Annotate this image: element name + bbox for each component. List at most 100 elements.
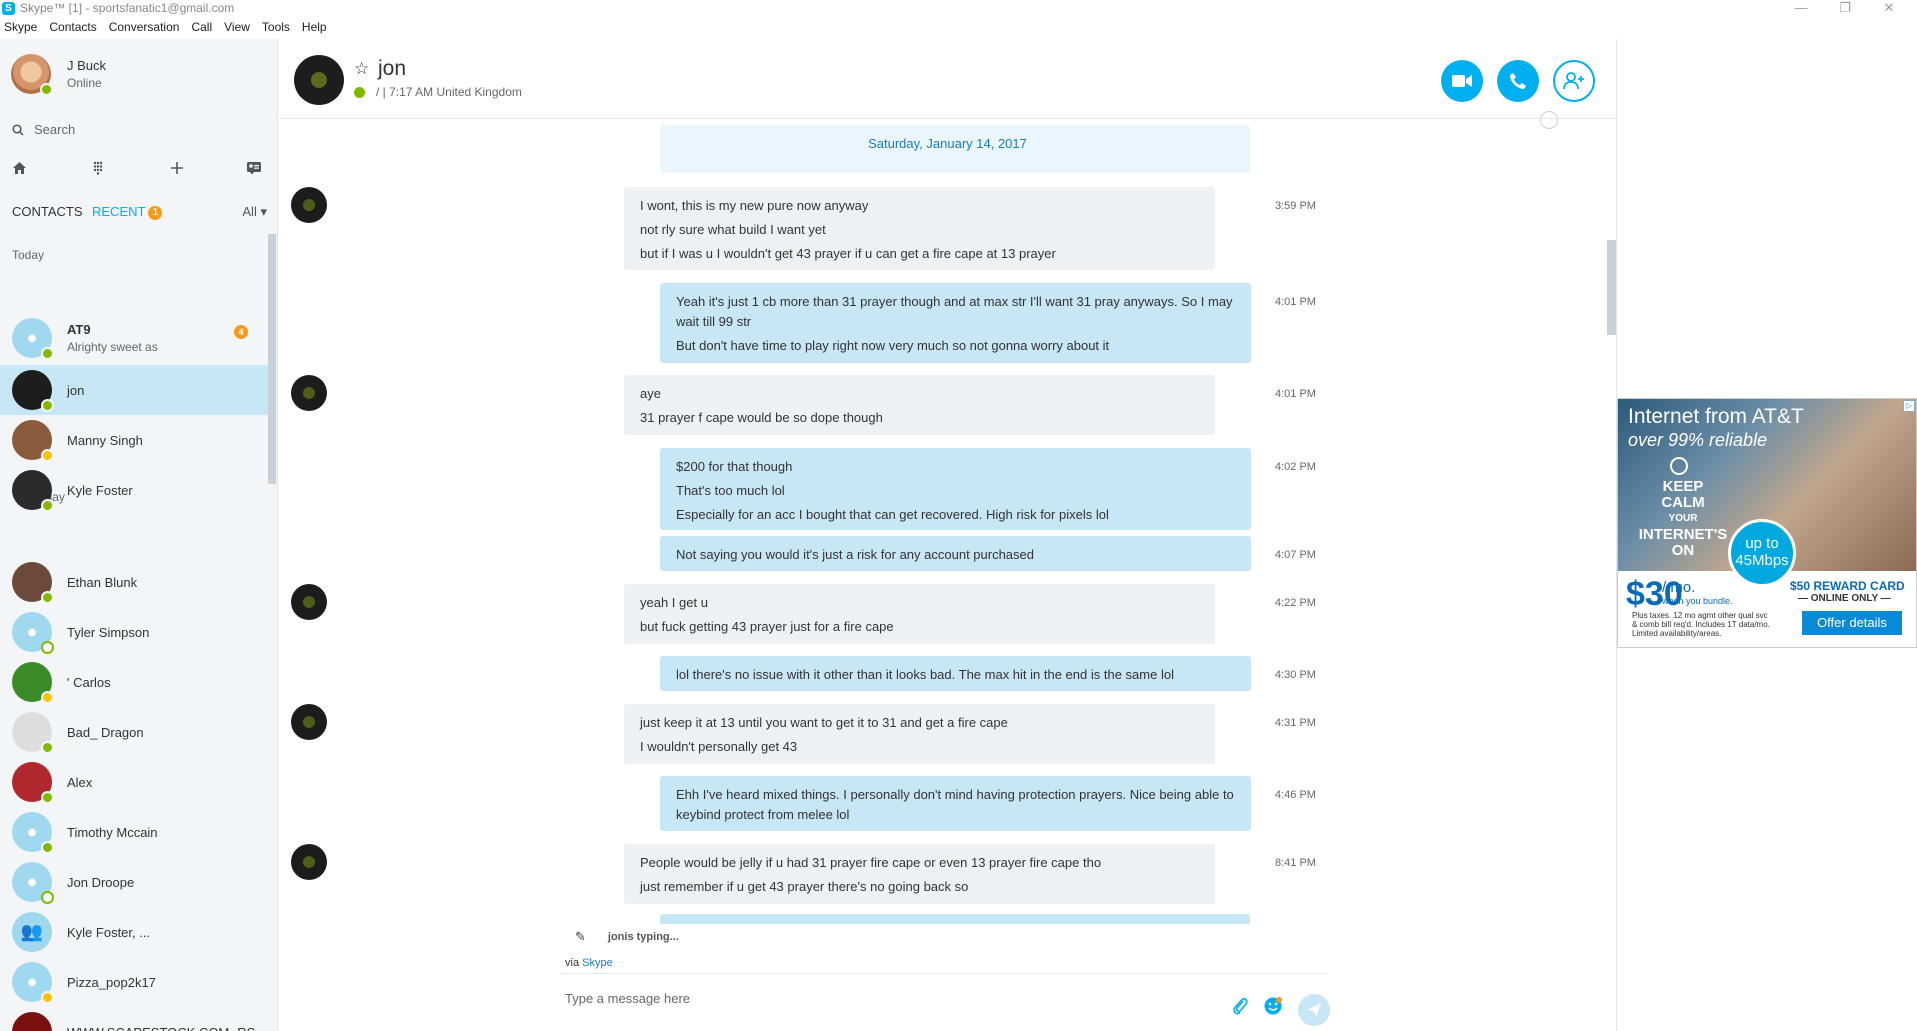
conversation-scrollbar[interactable]: [1607, 240, 1616, 335]
message-text: I wouldn't personally get 43: [640, 739, 798, 754]
favorite-star-icon[interactable]: ☆: [354, 59, 369, 79]
tab-recent[interactable]: RECENT 1: [92, 204, 163, 220]
tab-contacts[interactable]: CONTACTS: [12, 204, 83, 219]
status-icon: [41, 991, 54, 1004]
emoticon-icon[interactable]: [1263, 996, 1283, 1016]
status-icon: [41, 891, 54, 904]
message-text: Not saying you would it's just a risk fo…: [676, 547, 1034, 562]
status-icon: [41, 591, 54, 604]
contact-name: jon: [67, 382, 85, 398]
date-separator: Saturday, January 14, 2017: [868, 136, 1027, 151]
avatar[interactable]: [291, 584, 327, 620]
contact-name: Alex: [67, 774, 93, 790]
outgoing-message[interactable]: lol there's no issue with it other than …: [660, 656, 1251, 691]
adchoices-icon[interactable]: ▷: [1903, 400, 1915, 412]
menu-contacts[interactable]: Contacts: [49, 20, 96, 38]
outgoing-message[interactable]: Yeah it's just 1 cb more than 31 prayer …: [660, 283, 1251, 363]
menu-bar: Skype Contacts Conversation Call View To…: [0, 20, 335, 38]
message-input[interactable]: [565, 991, 1205, 1006]
close-icon[interactable]: ✕: [1874, 0, 1904, 16]
typing-user: jon: [607, 931, 625, 943]
contact-location-time: / | 7:17 AM United Kingdom: [376, 85, 522, 99]
globe-icon[interactable]: [1540, 111, 1558, 129]
message-text: I wont, this is my new pure now anyway: [640, 198, 869, 213]
search-input[interactable]: [34, 122, 234, 137]
my-profile[interactable]: J Buck Online: [11, 54, 106, 96]
person-icon: ●: [26, 971, 38, 992]
avatar[interactable]: [291, 375, 327, 411]
outgoing-message[interactable]: Not saying you would it's just a risk fo…: [660, 536, 1251, 571]
contact-item[interactable]: Alex: [0, 757, 268, 807]
incoming-message[interactable]: aye 31 prayer f cape would be so dope tho…: [624, 375, 1215, 435]
filter-dropdown[interactable]: All ▾: [242, 204, 267, 220]
add-people-button[interactable]: [1553, 60, 1595, 102]
contact-card-icon[interactable]: [246, 161, 262, 175]
message-timestamp: 3:59 PM: [1275, 200, 1316, 212]
menu-view[interactable]: View: [224, 20, 250, 38]
incoming-message[interactable]: I wont, this is my new pure now anyway no…: [624, 187, 1215, 270]
avatar[interactable]: [291, 704, 327, 740]
message-text: $200 for that though: [676, 459, 793, 474]
contact-name: AT9: [67, 322, 91, 337]
next-message-partial: [660, 914, 1250, 924]
outgoing-message[interactable]: Ehh I've heard mixed things. I personall…: [660, 776, 1251, 831]
ad-bundle: when you bundle.: [1662, 596, 1733, 606]
contact-item[interactable]: Kyle Foster: [0, 465, 268, 515]
phone-icon: [1510, 73, 1526, 89]
status-icon: [41, 641, 54, 654]
advertisement[interactable]: Internet from AT&T over 99% reliable KEE…: [1617, 398, 1917, 648]
contact-item[interactable]: ● Pizza_pop2k17: [0, 957, 268, 1007]
contact-item[interactable]: ● AT9 Alrighty sweet as 4: [0, 313, 268, 363]
contact-item[interactable]: ' Carlos: [0, 657, 268, 707]
video-call-button[interactable]: [1441, 60, 1483, 102]
add-icon[interactable]: [170, 161, 184, 175]
avatar[interactable]: [291, 844, 327, 880]
contact-item[interactable]: 👥 Kyle Foster, ...: [0, 907, 268, 957]
avatar: ●: [12, 962, 54, 1004]
avatar: [11, 54, 53, 96]
minimize-icon[interactable]: —: [1786, 0, 1816, 15]
message-text: aye: [640, 386, 661, 401]
incoming-message[interactable]: yeah I get u but fuck getting 43 prayer j…: [624, 584, 1215, 644]
incoming-message[interactable]: People would be jelly if u had 31 prayer…: [624, 844, 1215, 904]
home-icon[interactable]: [12, 161, 27, 175]
menu-tools[interactable]: Tools: [262, 20, 290, 38]
dialpad-icon[interactable]: [93, 161, 103, 175]
message-text: but if I was u I wouldn't get 43 prayer …: [640, 246, 1056, 261]
menu-call[interactable]: Call: [191, 20, 212, 38]
message-timestamp: 4:30 PM: [1275, 669, 1316, 681]
incoming-message[interactable]: just keep it at 13 until you want to get…: [624, 704, 1215, 764]
contact-item[interactable]: Manny Singh: [0, 415, 268, 465]
restore-icon[interactable]: ❐: [1830, 0, 1860, 16]
contact-item[interactable]: ● Tyler Simpson: [0, 607, 268, 657]
send-button[interactable]: [1298, 994, 1330, 1026]
ad-offer-button[interactable]: Offer details: [1802, 611, 1902, 635]
contact-item[interactable]: Bad_ Dragon: [0, 707, 268, 757]
avatar[interactable]: [291, 187, 327, 223]
via-label: via Skype: [565, 957, 613, 969]
search-box[interactable]: [12, 122, 234, 137]
attach-file-icon[interactable]: [1232, 996, 1248, 1016]
avatar: ●: [12, 862, 54, 904]
avatar: [12, 662, 54, 704]
contact-item[interactable]: Ethan Blunk: [0, 557, 268, 607]
sidebar-scrollbar[interactable]: [268, 234, 276, 484]
ad-headline: Internet from AT&T: [1628, 405, 1804, 428]
unread-badge: 4: [234, 325, 248, 339]
menu-skype[interactable]: Skype: [4, 20, 37, 38]
audio-call-button[interactable]: [1497, 60, 1539, 102]
profile-status: Online: [67, 76, 102, 90]
contact-item[interactable]: ● Jon Droope: [0, 857, 268, 907]
menu-conversation[interactable]: Conversation: [109, 20, 180, 38]
contact-item[interactable]: ● Timothy Mccain: [0, 807, 268, 857]
status-icon: [41, 791, 54, 804]
menu-help[interactable]: Help: [302, 20, 327, 38]
contact-tabs: CONTACTS RECENT 1 All ▾: [12, 204, 267, 224]
avatar[interactable]: [294, 55, 344, 105]
outgoing-message[interactable]: $200 for that though That's too much lol E…: [660, 448, 1251, 530]
via-skype-link[interactable]: Skype: [582, 957, 613, 969]
message-timestamp: 4:01 PM: [1275, 296, 1316, 308]
contact-name: Manny Singh: [67, 432, 143, 448]
contact-item[interactable]: WWW.SCAPESTOCK.COM -RS...: [0, 1007, 268, 1031]
contact-item[interactable]: jon: [0, 365, 268, 415]
